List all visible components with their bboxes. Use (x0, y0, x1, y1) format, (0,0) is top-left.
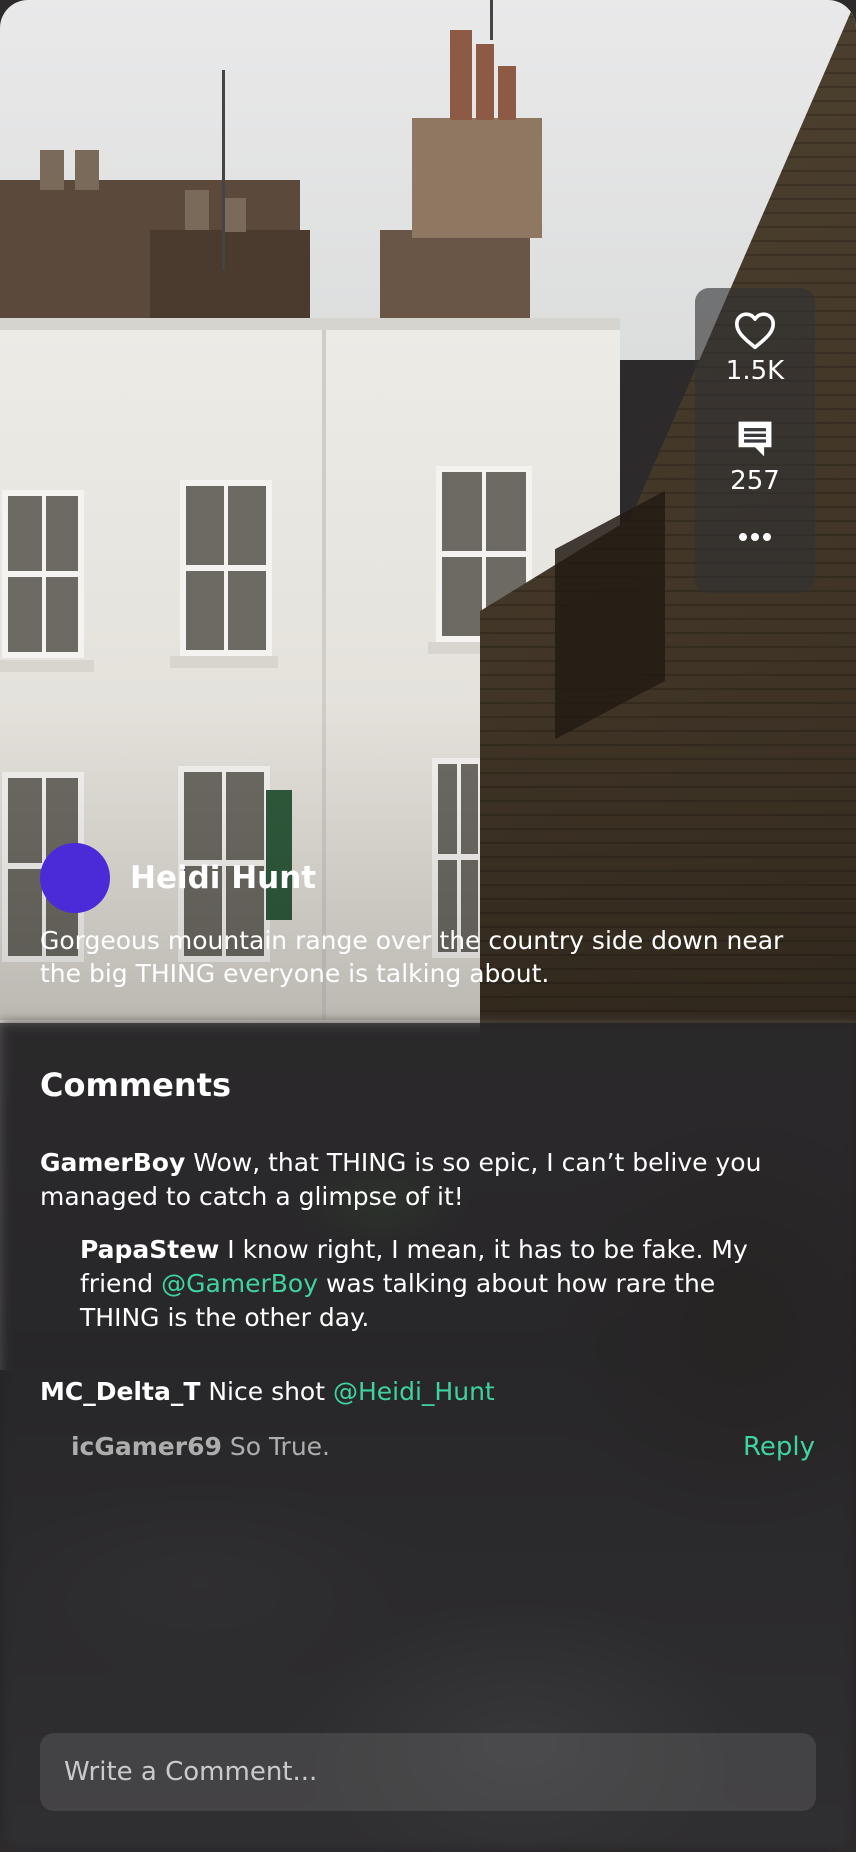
comment-item-content: icGamer69 So True. (71, 1430, 330, 1464)
comments-button[interactable]: 257 (695, 418, 815, 496)
comment-input[interactable] (40, 1733, 816, 1811)
window-sill (428, 642, 484, 654)
comment-text: Nice shot (208, 1377, 326, 1406)
comment-item[interactable]: MC_Delta_T Nice shot @Heidi_Hunt (40, 1375, 820, 1409)
chimney (75, 150, 99, 190)
comment-item[interactable]: GamerBoy Wow, that THING is so epic, I c… (40, 1146, 820, 1214)
roof (150, 230, 310, 330)
window-sill (170, 656, 278, 668)
comment-text: So True. (229, 1432, 330, 1461)
chimney-pot (450, 30, 472, 120)
chimney-pot (476, 44, 494, 120)
post-caption: Gorgeous mountain range over the country… (40, 926, 784, 988)
comment-username[interactable]: icGamer69 (71, 1432, 222, 1461)
author-name[interactable]: Heidi Hunt (130, 858, 316, 898)
window (180, 480, 272, 656)
more-dots-icon (739, 533, 771, 541)
chimney (185, 190, 209, 230)
post-viewer: 1.5K 257 Heidi Hunt Gorgeous mountain ra… (0, 0, 856, 1852)
heart-icon (734, 312, 775, 350)
comments-title: Comments (40, 1066, 231, 1104)
comment-username[interactable]: PapaStew (80, 1235, 219, 1264)
comment-count: 257 (730, 466, 780, 496)
comment-mention[interactable]: @GamerBoy (161, 1269, 318, 1298)
like-count: 1.5K (725, 356, 785, 386)
antenna (490, 0, 493, 40)
comment-reply-item[interactable]: PapaStew I know right, I mean, it has to… (80, 1233, 780, 1335)
window (2, 490, 84, 658)
comment-username[interactable]: MC_Delta_T (40, 1377, 200, 1406)
comment-username[interactable]: GamerBoy (40, 1148, 185, 1177)
chimney (40, 150, 64, 190)
action-rail: 1.5K 257 (695, 288, 815, 593)
window-sill (0, 660, 94, 672)
gable (380, 230, 530, 330)
avatar[interactable] (40, 843, 110, 913)
more-button[interactable] (695, 530, 815, 544)
antenna (222, 70, 225, 270)
comment-item-swiped[interactable]: icGamer69 So True. (0, 1430, 330, 1470)
chimney (222, 198, 246, 232)
comment-mention[interactable]: @Heidi_Hunt (333, 1377, 495, 1406)
chimney-pot (498, 66, 516, 120)
reply-button[interactable]: Reply (743, 1430, 815, 1464)
chimney-stack (412, 118, 542, 238)
comment-icon (738, 421, 772, 457)
like-button[interactable]: 1.5K (695, 310, 815, 386)
